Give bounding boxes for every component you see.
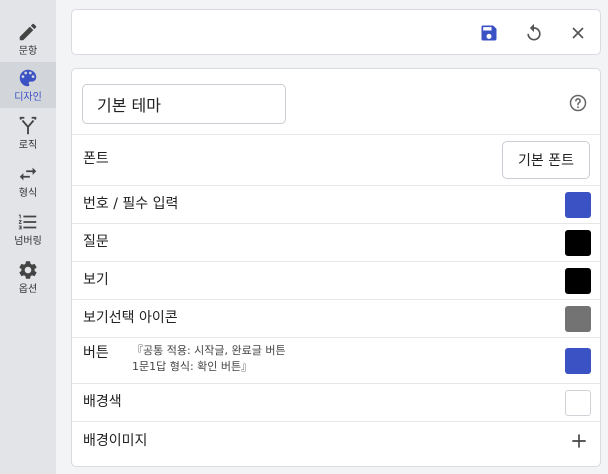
button-note-line2: 1문1답 형식: 확인 버튼』 bbox=[132, 360, 253, 373]
palette-icon bbox=[19, 69, 37, 87]
question-label: 질문 bbox=[83, 234, 109, 250]
theme-name-input[interactable] bbox=[82, 84, 286, 124]
sidebar-item-label: 옵션 bbox=[18, 284, 38, 295]
plus-icon[interactable] bbox=[569, 431, 589, 451]
toolbar bbox=[71, 9, 601, 55]
reset-button[interactable] bbox=[523, 22, 545, 44]
button-row: 버튼 『공통 적용: 시작글, 완료글 버튼 1문1답 형식: 확인 버튼』 bbox=[72, 337, 600, 383]
sidebar-item-label: 로직 bbox=[18, 140, 38, 151]
question-row: 질문 bbox=[72, 223, 600, 261]
background-image-row: 배경이미지 bbox=[72, 421, 600, 466]
sidebar-item-label: 형식 bbox=[18, 188, 38, 199]
pencil-icon bbox=[19, 23, 37, 41]
help-icon[interactable] bbox=[568, 93, 588, 113]
background-color-swatch[interactable] bbox=[565, 390, 591, 416]
sidebar: 문항 디자인 로직 형식 넘버링 옵션 bbox=[0, 0, 56, 474]
options-row: 보기 bbox=[72, 261, 600, 299]
theme-settings-card: 폰트 기본 폰트 번호 / 필수 입력 질문 보기 보기선택 아이콘 버튼 『공… bbox=[71, 68, 601, 467]
options-label: 보기 bbox=[83, 272, 109, 288]
number-required-label: 번호 / 필수 입력 bbox=[83, 196, 179, 212]
branch-icon bbox=[19, 116, 37, 135]
number-required-color-swatch[interactable] bbox=[565, 192, 591, 218]
save-icon bbox=[481, 25, 497, 41]
sidebar-item-label: 디자인 bbox=[14, 92, 42, 103]
options-color-swatch[interactable] bbox=[565, 268, 591, 294]
sidebar-item-label: 넘버링 bbox=[14, 236, 42, 247]
number-required-row: 번호 / 필수 입력 bbox=[72, 185, 600, 223]
close-button[interactable] bbox=[567, 22, 589, 44]
design-panel: 폰트 기본 폰트 번호 / 필수 입력 질문 보기 보기선택 아이콘 버튼 『공… bbox=[56, 0, 608, 474]
sidebar-item-design[interactable]: 디자인 bbox=[0, 62, 56, 108]
question-color-swatch[interactable] bbox=[565, 230, 591, 256]
button-label: 버튼 bbox=[83, 345, 109, 361]
gear-icon bbox=[19, 261, 37, 279]
sidebar-item-label: 문항 bbox=[18, 46, 38, 57]
option-select-icon-label: 보기선택 아이콘 bbox=[83, 310, 178, 326]
option-select-icon-color-swatch[interactable] bbox=[565, 306, 591, 332]
option-select-icon-row: 보기선택 아이콘 bbox=[72, 299, 600, 337]
button-color-swatch[interactable] bbox=[565, 348, 591, 374]
font-row: 폰트 기본 폰트 bbox=[72, 134, 600, 185]
numbered-list-icon bbox=[18, 214, 37, 230]
default-font-button[interactable]: 기본 폰트 bbox=[502, 141, 590, 179]
sidebar-item-numbering[interactable]: 넘버링 bbox=[0, 206, 56, 252]
sidebar-item-logic[interactable]: 로직 bbox=[0, 110, 56, 156]
save-button[interactable] bbox=[478, 22, 500, 44]
font-label: 폰트 bbox=[83, 151, 109, 167]
sidebar-item-questions[interactable]: 문항 bbox=[0, 16, 56, 62]
reset-icon bbox=[527, 23, 541, 41]
close-icon bbox=[572, 27, 584, 39]
sidebar-item-options[interactable]: 옵션 bbox=[0, 254, 56, 300]
sidebar-item-format[interactable]: 형식 bbox=[0, 158, 56, 204]
swap-arrows-icon bbox=[19, 167, 37, 181]
button-note-line1: 『공통 적용: 시작글, 완료글 버튼 bbox=[132, 344, 286, 357]
background-image-label: 배경이미지 bbox=[83, 433, 148, 449]
background-color-row: 배경색 bbox=[72, 383, 600, 421]
background-color-label: 배경색 bbox=[83, 394, 122, 410]
button-note: 『공통 적용: 시작글, 완료글 버튼 1문1답 형식: 확인 버튼』 bbox=[132, 343, 286, 375]
